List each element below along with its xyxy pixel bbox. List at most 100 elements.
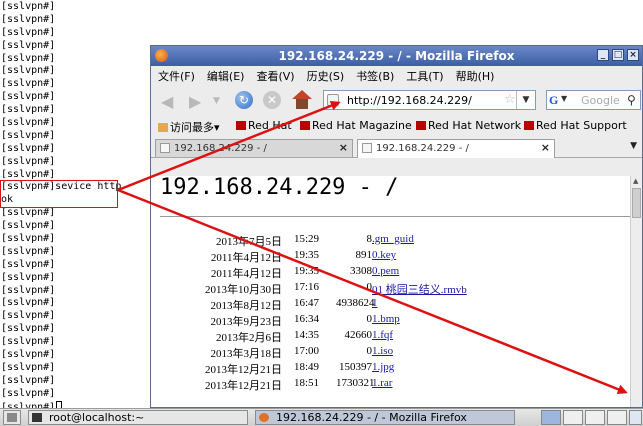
menu-bar: 文件(F) 编辑(E) 查看(V) 历史(S) 书签(B) 工具(T) 帮助(H… <box>151 66 642 85</box>
file-date: 2013年12月21日 <box>205 380 282 392</box>
tab-page-icon <box>160 143 170 153</box>
terminal-prompt-line: [sslvpn#] <box>1 26 56 38</box>
workspace-3[interactable] <box>585 410 605 425</box>
window-titlebar[interactable]: 192.168.24.229 - / - Mozilla Firefox _ □… <box>151 46 642 66</box>
file-date: 2013年10月30日 <box>205 284 282 296</box>
menu-edit[interactable]: 编辑(E) <box>207 68 245 84</box>
maximize-button[interactable]: □ <box>612 49 624 61</box>
forward-arrow-icon[interactable]: ▶ <box>189 92 201 111</box>
desktop-icon <box>7 413 17 422</box>
file-time: 17:16 <box>294 281 320 293</box>
file-link[interactable]: 01 桃园三结义.rmvb <box>372 281 467 297</box>
redhat-icon <box>236 121 246 130</box>
url-text: http://192.168.24.229/ <box>347 94 472 107</box>
file-time: 18:51 <box>294 377 320 389</box>
tab-close-icon[interactable]: × <box>339 141 348 154</box>
bookmark-red-hat-support[interactable]: Red Hat Support <box>524 119 627 132</box>
file-date: 2013年9月23日 <box>210 316 283 328</box>
file-size: 0 <box>366 345 373 357</box>
file-size: 8 <box>366 233 373 245</box>
workspace-1[interactable] <box>541 410 561 425</box>
home-icon[interactable] <box>292 90 312 110</box>
tab-close-icon[interactable]: × <box>541 141 550 154</box>
search-bar[interactable]: G ▼ Google ⚲ <box>546 90 641 110</box>
minimize-button[interactable]: _ <box>597 49 609 61</box>
file-time: 15:29 <box>294 233 320 245</box>
bookmark-star-icon[interactable]: ☆ <box>504 92 516 107</box>
tab-label: 192.168.24.229 - / <box>376 143 469 154</box>
workspace-4[interactable] <box>607 410 627 425</box>
file-link[interactable]: 1.fqf <box>372 329 393 341</box>
file-size: 42660 <box>344 329 373 341</box>
folder-icon <box>158 123 168 132</box>
file-link[interactable]: 1.iso <box>372 345 393 357</box>
taskbar-terminal[interactable]: root@localhost:~ <box>28 410 248 425</box>
file-link[interactable]: 1.bmp <box>372 313 400 325</box>
window-title: 192.168.24.229 - / - Mozilla Firefox <box>278 49 515 63</box>
engine-dropdown-icon[interactable]: ▼ <box>561 94 567 103</box>
tab-1[interactable]: 192.168.24.229 - / × <box>155 139 353 157</box>
file-size: 4938624 <box>336 297 375 309</box>
history-dropdown-icon[interactable]: ▼ <box>213 96 220 106</box>
file-size: 1730321 <box>336 377 375 389</box>
menu-history[interactable]: 历史(S) <box>307 68 345 84</box>
menu-view[interactable]: 查看(V) <box>256 68 294 84</box>
file-link[interactable]: 1 <box>372 297 378 309</box>
firefox-window[interactable]: 192.168.24.229 - / - Mozilla Firefox _ □… <box>150 45 643 408</box>
file-time: 16:47 <box>294 297 320 309</box>
taskbar-terminal-label: root@localhost:~ <box>49 411 145 424</box>
heading-divider <box>160 216 630 217</box>
bookmark-red-hat[interactable]: Red Hat <box>236 119 292 132</box>
show-desktop-button[interactable] <box>3 410 21 425</box>
file-date: 2013年3月18日 <box>210 348 283 360</box>
bookmark-most-visited[interactable]: 访问最多▾ <box>158 119 220 135</box>
url-bar[interactable]: http://192.168.24.229/ ☆ ▼ <box>323 90 536 110</box>
google-engine-icon[interactable]: G <box>549 93 558 108</box>
file-size: 3308 <box>350 265 372 277</box>
scroll-up-icon[interactable]: ▲ <box>633 177 638 185</box>
tab-2[interactable]: 192.168.24.229 - / × <box>357 139 555 158</box>
vertical-scrollbar[interactable]: ▲ <box>630 176 642 407</box>
file-size: 891 <box>355 249 373 261</box>
site-identity-icon[interactable] <box>327 94 339 106</box>
file-date: 2013年8月12日 <box>210 300 283 312</box>
tab-list-icon[interactable]: ▼ <box>630 141 637 151</box>
back-arrow-icon[interactable]: ◀ <box>161 92 173 111</box>
close-window-button[interactable]: × <box>627 49 639 61</box>
stop-icon[interactable]: ✕ <box>263 91 281 109</box>
bookmark-red-hat-magazine[interactable]: Red Hat Magazine <box>300 119 412 132</box>
file-link[interactable]: 0.key <box>372 249 396 261</box>
menu-help[interactable]: 帮助(H) <box>456 68 495 84</box>
file-time: 18:49 <box>294 361 320 373</box>
file-link[interactable]: 1.jpg <box>372 361 394 373</box>
file-link[interactable]: 0.pem <box>372 265 399 277</box>
terminal-prompt-line: [sslvpn#] <box>1 13 56 25</box>
tab-page-icon <box>362 143 372 153</box>
file-link[interactable]: .gm_guid <box>372 233 414 245</box>
reload-icon[interactable]: ↻ <box>235 91 253 109</box>
file-size: 150397 <box>339 361 372 373</box>
scrollbar-thumb[interactable] <box>632 188 641 218</box>
search-icon[interactable]: ⚲ <box>627 93 636 107</box>
bookmark-red-hat-network[interactable]: Red Hat Network <box>416 119 521 132</box>
terminal-icon <box>32 413 42 422</box>
file-date: 2013年2月6日 <box>216 332 282 344</box>
file-time: 17:00 <box>294 345 320 357</box>
file-time: 14:35 <box>294 329 320 341</box>
file-date: 2011年4月12日 <box>210 252 282 264</box>
file-date: 2013年12月21日 <box>205 364 282 376</box>
workspace-2[interactable] <box>563 410 583 425</box>
bookmarks-toolbar: 访问最多▾ Red Hat Red Hat Magazine Red Hat N… <box>151 115 642 137</box>
menu-file[interactable]: 文件(F) <box>158 68 195 84</box>
file-link[interactable]: 1.rar <box>372 377 392 389</box>
page-content: 192.168.24.229 - / 2013年7月5日 15:29 8 .gm_gu… <box>151 175 632 407</box>
url-dropdown-icon[interactable]: ▼ <box>516 91 535 109</box>
taskbar-firefox-label: 192.168.24.229 - / - Mozilla Firefox <box>276 411 467 424</box>
tab-bar: 192.168.24.229 - / × 192.168.24.229 - / … <box>151 137 642 158</box>
terminal-prompt-line: [sslvpn#] <box>1 1 56 12</box>
trash-icon[interactable] <box>629 410 642 425</box>
menu-tools[interactable]: 工具(T) <box>406 68 443 84</box>
taskbar-firefox[interactable]: 192.168.24.229 - / - Mozilla Firefox <box>255 410 515 425</box>
menu-bookmarks[interactable]: 书签(B) <box>356 68 394 84</box>
file-time: 19:35 <box>294 249 320 261</box>
